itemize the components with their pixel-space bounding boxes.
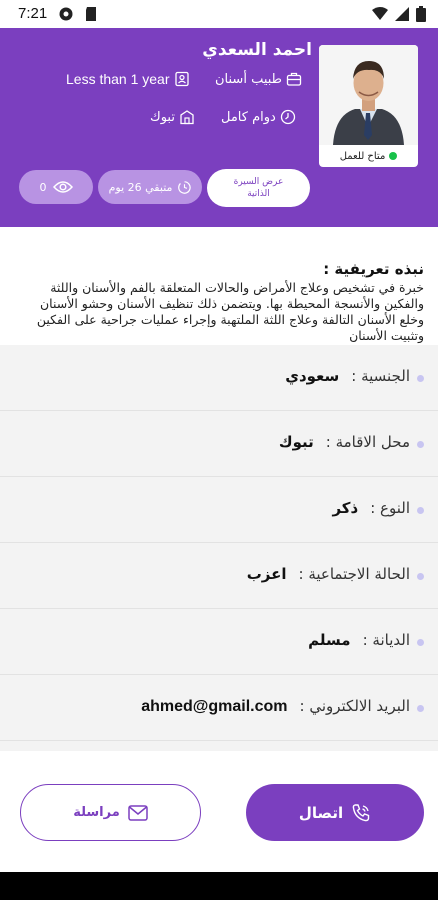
bullet-icon: [417, 639, 424, 646]
residence-value: تبوك: [278, 433, 314, 451]
message-button[interactable]: مراسلة: [20, 784, 201, 841]
gender-label: النوع :: [370, 499, 410, 517]
wifi-icon: [372, 7, 388, 20]
profile-photo-card[interactable]: متاح للعمل: [319, 45, 418, 167]
call-label: اتصال: [298, 803, 344, 822]
signal-icon: [395, 7, 409, 21]
profile-details[interactable]: نبذه تعريفية : خبرة في تشخيص وعلاج الأمر…: [0, 227, 438, 751]
profile-header: متاح للعمل احمد السعدي طبيب أسنان Less t…: [0, 28, 438, 227]
system-nav-bar: [0, 872, 438, 900]
call-button[interactable]: اتصال: [246, 784, 424, 841]
message-label: مراسلة: [73, 805, 120, 820]
marital-status-label: الحالة الاجتماعية :: [298, 565, 410, 583]
detail-row-marital-status: الحالة الاجتماعية : اعزب: [0, 543, 438, 609]
gear-icon: [59, 7, 73, 21]
nationality-label: الجنسية :: [351, 367, 410, 385]
clock-icon: [280, 109, 295, 125]
experience-label: Less than 1 year: [66, 71, 170, 87]
city-label: تبوك: [150, 109, 175, 125]
email-label: البريد الالكتروني :: [299, 697, 410, 715]
detail-row-residence: محل الاقامة : تبوك: [0, 411, 438, 477]
sd-card-icon: [86, 7, 96, 21]
religion-label: الديانة :: [362, 631, 410, 649]
view-cv-button[interactable]: عرض السيرة الذاتية: [207, 169, 310, 207]
avatar: [319, 45, 418, 145]
detail-row-email: البريد الالكتروني : ahmed@gmail.com: [0, 675, 438, 741]
phone-icon: [352, 803, 370, 821]
views-count: 0: [39, 180, 47, 194]
religion-value: مسلم: [308, 631, 351, 649]
timer-icon: [178, 180, 192, 194]
job-type-row: دوام كامل: [221, 109, 296, 125]
view-cv-label-2: الذاتية: [247, 189, 270, 199]
experience-row: Less than 1 year: [66, 71, 190, 87]
nationality-value: سعودي: [285, 367, 340, 385]
days-remaining-label: متبقي 26 يوم: [108, 180, 173, 194]
profession-row: طبيب أسنان: [215, 71, 302, 87]
detail-row-religion: الديانة : مسلم: [0, 609, 438, 675]
days-remaining-badge: متبقي 26 يوم: [98, 170, 202, 204]
city-row: تبوك: [150, 109, 195, 125]
bullet-icon: [417, 573, 424, 580]
profession-label: طبيب أسنان: [215, 71, 283, 87]
briefcase-icon: [286, 72, 302, 86]
bullet-icon: [417, 705, 424, 712]
gender-value: ذكر: [332, 499, 359, 517]
job-type-label: دوام كامل: [221, 109, 276, 125]
bullet-icon: [417, 375, 424, 382]
availability-dot-icon: [389, 152, 398, 160]
residence-label: محل الاقامة :: [325, 433, 410, 451]
status-bar: 7:21: [0, 0, 438, 28]
availability-status: متاح للعمل: [319, 145, 418, 167]
marital-status-value: اعزب: [246, 565, 287, 583]
email-value: ahmed@gmail.com: [141, 698, 288, 715]
battery-icon: [416, 6, 426, 22]
view-cv-label-1: عرض السيرة: [233, 177, 284, 187]
bio-title: نبذه تعريفية :: [323, 260, 424, 278]
envelope-icon: [128, 804, 148, 821]
bio-section: نبذه تعريفية : خبرة في تشخيص وعلاج الأمر…: [0, 227, 438, 345]
availability-label: متاح للعمل: [339, 150, 386, 162]
bullet-icon: [417, 441, 424, 448]
detail-row-gender: النوع : ذكر: [0, 477, 438, 543]
id-badge-icon: [174, 71, 189, 87]
views-count-badge: 0: [19, 170, 93, 204]
bio-text: خبرة في تشخيص وعلاج الأمراض والحالات الم…: [36, 280, 424, 343]
building-icon: [180, 110, 194, 125]
action-bar: اتصال مراسلة: [0, 751, 438, 872]
bullet-icon: [417, 507, 424, 514]
detail-row-nationality: الجنسية : سعودي: [0, 345, 438, 411]
eye-icon: [52, 181, 73, 193]
clock: 7:21: [18, 5, 48, 22]
profile-name: احمد السعدي: [202, 40, 312, 60]
